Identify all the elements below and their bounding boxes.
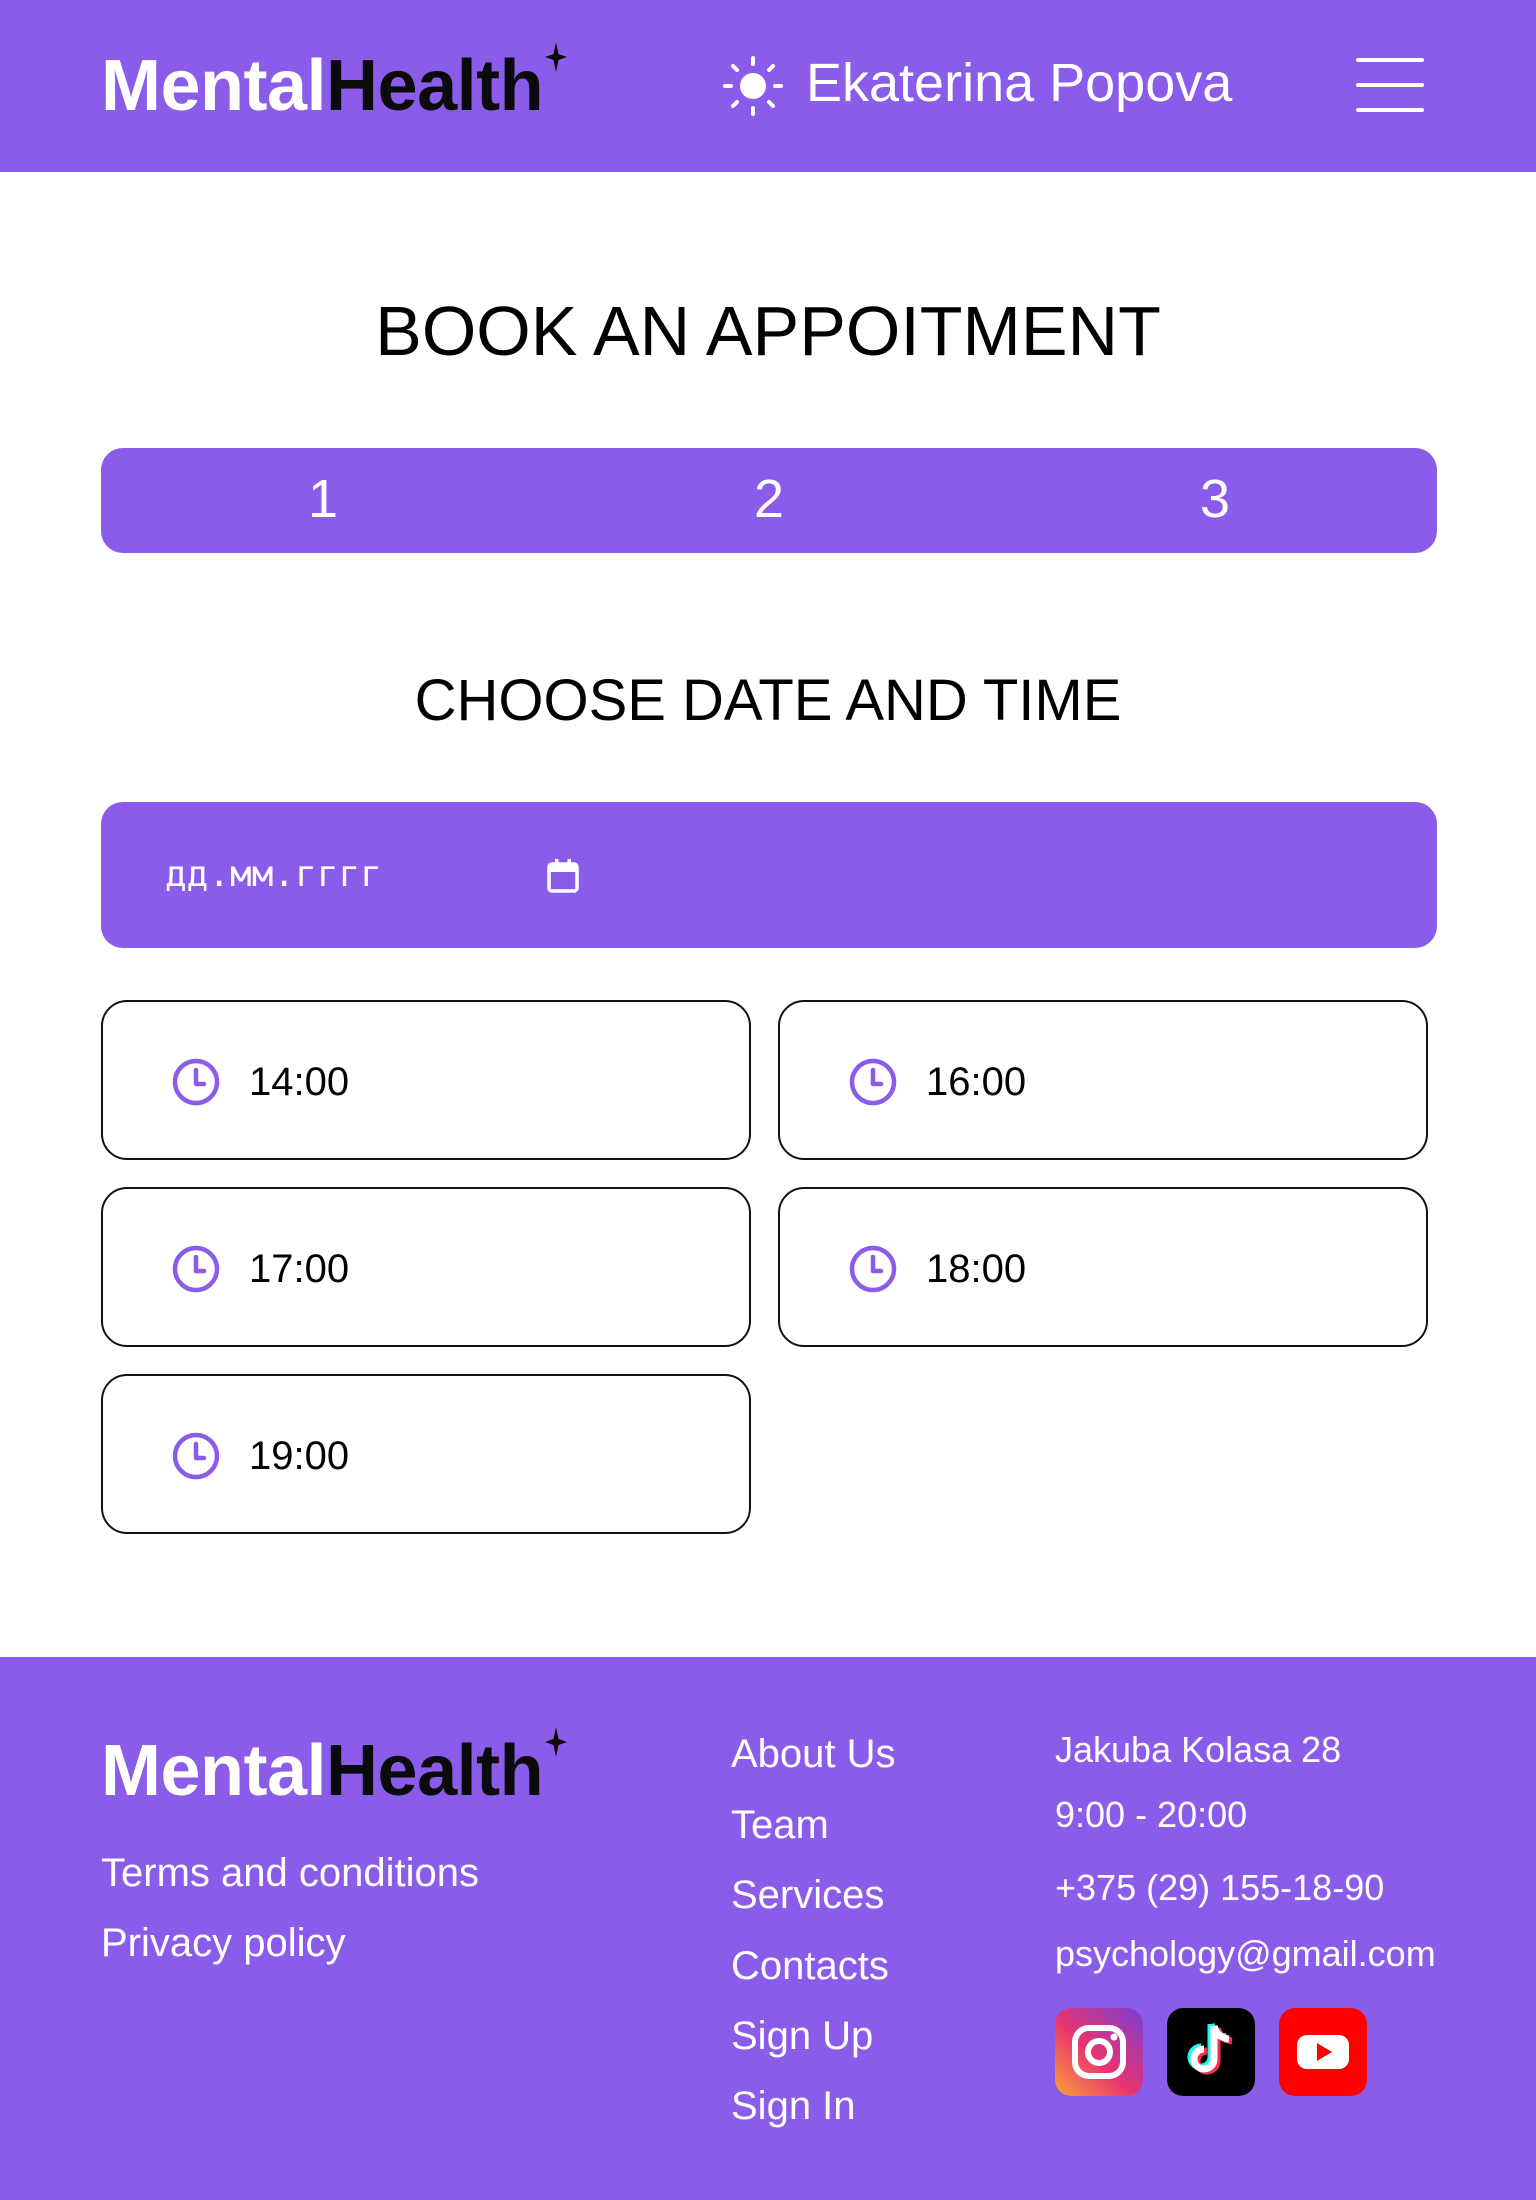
privacy-link[interactable]: Privacy policy xyxy=(101,1923,346,1963)
working-hours: 9:00 - 20:00 xyxy=(1055,1794,1248,1835)
step-indicator: 1 2 3 xyxy=(101,448,1437,553)
date-placeholder: дд.мм.гггг xyxy=(165,854,382,895)
footer-link-sign-in[interactable]: Sign In xyxy=(731,2086,856,2126)
logo-part-mental: Mental xyxy=(101,1731,327,1811)
instagram-icon[interactable] xyxy=(1055,2008,1143,2096)
time-slot-label: 18:00 xyxy=(926,1247,1027,1291)
phone[interactable]: +375 (29) 155-18-90 xyxy=(1055,1870,1384,1906)
sparkle-icon xyxy=(545,1727,568,1757)
time-slot-label: 14:00 xyxy=(249,1060,350,1104)
clock-icon xyxy=(172,1058,220,1106)
email[interactable]: psychology@gmail.com xyxy=(1055,1936,1436,1972)
time-slot-label: 19:00 xyxy=(249,1434,350,1478)
site-footer: MentalHealth Terms and conditions Privac… xyxy=(0,1657,1536,2200)
sun-icon[interactable] xyxy=(722,55,784,117)
footer-logo[interactable]: MentalHealth xyxy=(101,1727,568,1807)
footer-link-sign-up[interactable]: Sign Up xyxy=(731,2016,873,2056)
time-slot-label: 17:00 xyxy=(249,1247,350,1291)
clock-icon xyxy=(849,1245,897,1293)
tiktok-icon[interactable] xyxy=(1167,2008,1255,2096)
site-header: MentalHealth Ekaterina Popova xyxy=(0,0,1536,172)
time-slot[interactable]: 18:00 xyxy=(778,1187,1428,1347)
footer-link-about[interactable]: About Us xyxy=(731,1734,896,1774)
footer-link-services[interactable]: Services xyxy=(731,1875,884,1915)
footer-link-team[interactable]: Team xyxy=(731,1805,829,1845)
page-title: BOOK AN APPOITMENT xyxy=(375,292,1161,370)
time-slot[interactable]: 19:00 xyxy=(101,1374,751,1534)
calendar-icon[interactable] xyxy=(546,858,580,894)
clock-icon xyxy=(849,1058,897,1106)
logo[interactable]: MentalHealth xyxy=(101,42,568,122)
date-input[interactable]: дд.мм.гггг xyxy=(101,802,1437,948)
sparkle-icon xyxy=(545,42,568,72)
logo-part-health: Health xyxy=(326,46,544,126)
terms-link[interactable]: Terms and conditions xyxy=(101,1853,479,1893)
time-slot-label: 16:00 xyxy=(926,1060,1027,1104)
hamburger-menu-icon[interactable] xyxy=(1356,58,1424,112)
logo-part-health: Health xyxy=(326,1731,544,1811)
user-name[interactable]: Ekaterina Popova xyxy=(806,56,1232,110)
step-1[interactable]: 1 xyxy=(283,472,363,526)
footer-link-contacts[interactable]: Contacts xyxy=(731,1946,889,1986)
time-slot[interactable]: 17:00 xyxy=(101,1187,751,1347)
logo-part-mental: Mental xyxy=(101,46,327,126)
section-title: CHOOSE DATE AND TIME xyxy=(414,668,1122,733)
clock-icon xyxy=(172,1245,220,1293)
step-2[interactable]: 2 xyxy=(729,472,809,526)
address: Jakuba Kolasa 28 xyxy=(1055,1729,1342,1770)
clock-icon xyxy=(172,1432,220,1480)
step-3[interactable]: 3 xyxy=(1175,472,1255,526)
time-slot[interactable]: 16:00 xyxy=(778,1000,1428,1160)
time-slot[interactable]: 14:00 xyxy=(101,1000,751,1160)
youtube-icon[interactable] xyxy=(1279,2008,1367,2096)
